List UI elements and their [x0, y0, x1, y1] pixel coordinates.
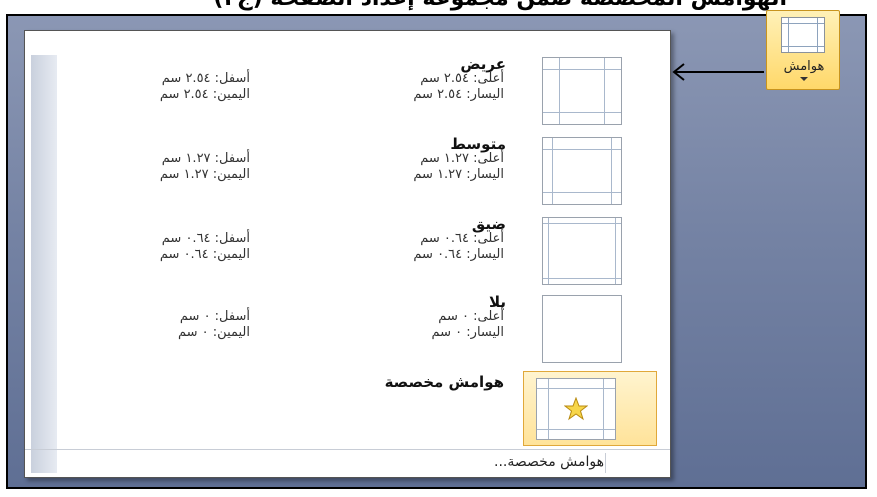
preset-top: أعلى: ١.٢٧ سم — [420, 151, 504, 166]
wide-margins-thumbnail-icon — [542, 57, 622, 125]
margin-preset-none[interactable]: بلا أعلى: ٠ سم أسفل: ٠ سم اليسار: ٠ سم ا… — [25, 293, 670, 375]
margins-button-label: هوامش — [783, 59, 825, 74]
header-caption: الهوامش المخصصة ضمن مجموعة إعداد الصفحة … — [213, 0, 787, 11]
margins-button[interactable]: هوامش — [766, 10, 840, 90]
margin-preset-narrow[interactable]: ضيق أعلى: ٠.٦٤ سم أسفل: ٠.٦٤ سم اليسار: … — [25, 215, 670, 297]
preset-left: اليسار: ٢.٥٤ سم — [413, 87, 504, 102]
custom-margins-thumbnail-icon — [536, 378, 616, 440]
margin-preset-medium[interactable]: متوسط أعلى: ١.٢٧ سم أسفل: ١.٢٧ سم اليسار… — [25, 135, 670, 217]
pointer-arrow-icon — [672, 63, 764, 81]
preset-left: اليسار: ١.٢٧ سم — [413, 167, 504, 182]
chevron-down-icon — [800, 77, 808, 81]
custom-margins-command-label: هوامش مخصصة... — [494, 454, 604, 470]
no-margins-thumbnail-icon — [542, 295, 622, 363]
preset-bottom: أسفل: ٠.٦٤ سم — [161, 231, 250, 246]
preset-left: اليسار: ٠.٦٤ سم — [413, 247, 504, 262]
margin-preset-wide[interactable]: عريض أعلى: ٢.٥٤ سم أسفل: ٢.٥٤ سم اليسار:… — [25, 55, 670, 137]
preset-bottom: أسفل: ١.٢٧ سم — [161, 151, 250, 166]
medium-margins-thumbnail-icon — [542, 137, 622, 205]
custom-preset-name: هوامش مخصصة — [384, 373, 504, 391]
preset-bottom: أسفل: ٢.٥٤ سم — [161, 71, 250, 86]
margins-page-icon — [781, 17, 825, 53]
preset-bottom: أسفل: ٠ سم — [179, 309, 250, 324]
star-icon — [564, 397, 588, 421]
preset-top: أعلى: ٠ سم — [438, 309, 504, 324]
margin-preset-custom[interactable] — [523, 371, 657, 446]
custom-margins-command[interactable]: هوامش مخصصة... — [25, 450, 670, 476]
preset-top: أعلى: ٠.٦٤ سم — [420, 231, 504, 246]
preset-left: اليسار: ٠ سم — [431, 325, 504, 340]
preset-right: اليمين: ٠ سم — [177, 325, 250, 340]
preset-right: اليمين: ١.٢٧ سم — [159, 167, 250, 182]
preset-right: اليمين: ٠.٦٤ سم — [159, 247, 250, 262]
preset-top: أعلى: ٢.٥٤ سم — [420, 71, 504, 86]
footer-separator — [605, 453, 606, 473]
narrow-margins-thumbnail-icon — [542, 217, 622, 285]
margins-dropdown-menu: عريض أعلى: ٢.٥٤ سم أسفل: ٢.٥٤ سم اليسار:… — [24, 30, 671, 478]
preset-right: اليمين: ٢.٥٤ سم — [159, 87, 250, 102]
